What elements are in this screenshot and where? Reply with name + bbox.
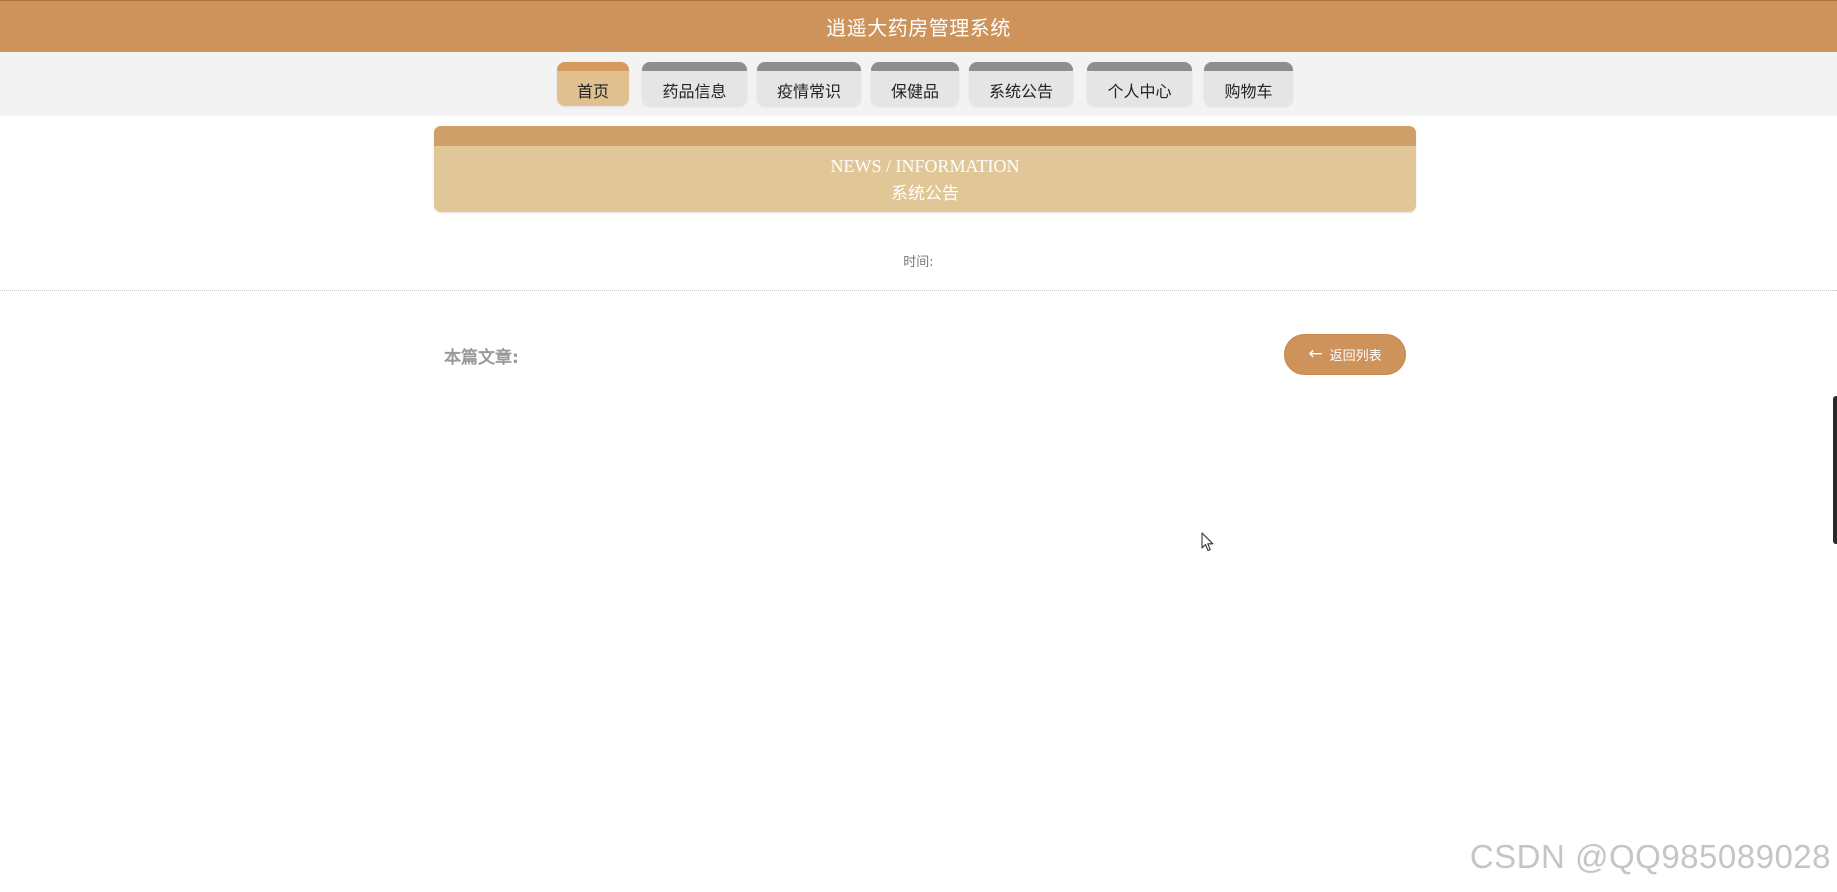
- dotted-divider: [0, 290, 1837, 291]
- nav-item-epidemic-knowledge[interactable]: 疫情常识: [757, 62, 861, 106]
- arrow-left-icon: ←: [1308, 344, 1323, 364]
- nav-item-health-products[interactable]: 保健品: [871, 62, 959, 106]
- banner-title-cn: 系统公告: [891, 184, 959, 204]
- back-to-list-label: 返回列表: [1329, 349, 1382, 364]
- site-title: 逍遥大药房管理系统: [826, 16, 1011, 40]
- scrollbar-thumb[interactable]: [1833, 396, 1837, 544]
- nav-item-cart[interactable]: 购物车: [1204, 62, 1293, 106]
- nav-item-home[interactable]: 首页: [557, 62, 629, 106]
- nav-item-drug-info[interactable]: 药品信息: [642, 62, 747, 106]
- nav-item-announcements[interactable]: 系统公告: [969, 62, 1073, 106]
- back-to-list-button[interactable]: ← 返回列表: [1284, 334, 1406, 375]
- article-body-label: 本篇文章:: [444, 348, 519, 368]
- time-label: 时间:: [903, 255, 934, 270]
- banner-top-band: [434, 126, 1416, 146]
- main-nav: 首页 药品信息 疫情常识 保健品 系统公告 个人中心 购物车: [0, 52, 1837, 116]
- section-banner: NEWS / INFORMATION 系统公告: [434, 126, 1416, 212]
- banner-title-en: NEWS / INFORMATION: [830, 156, 1020, 176]
- watermark: CSDN @QQ985089028: [1469, 838, 1831, 875]
- nav-item-personal-center[interactable]: 个人中心: [1087, 62, 1192, 106]
- mouse-pointer-icon: [1201, 532, 1214, 552]
- top-header-bar: 逍遥大药房管理系统: [0, 0, 1837, 52]
- article-time-row: 时间:: [0, 251, 1837, 270]
